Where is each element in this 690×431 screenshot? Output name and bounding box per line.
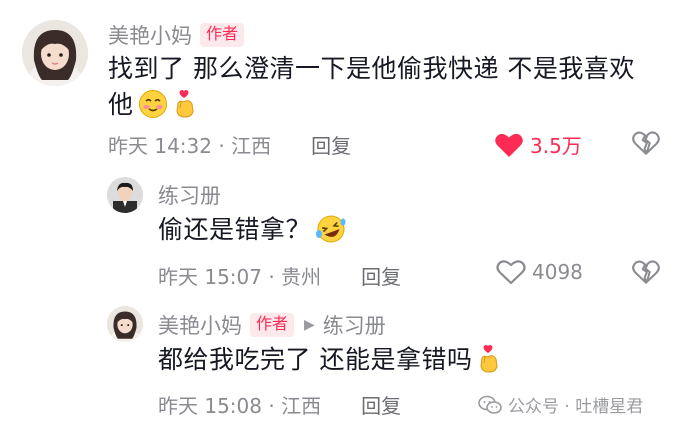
like-button[interactable]: 3.5万 [494,130,582,159]
broken-heart-icon [632,260,660,284]
avatar-lianxice[interactable] [107,177,143,213]
finger-heart-emoji-icon [172,89,198,129]
comment-text: 偷还是错拿？ [158,212,347,254]
author-badge: 作者 [200,23,245,47]
dislike-button[interactable] [632,130,660,160]
heart-outline-icon [496,260,526,285]
like-count: 3.5万 [530,134,582,158]
reply-button[interactable]: 回复 [361,390,401,419]
avatar-meiyan[interactable] [22,20,88,86]
shy-smile-emoji-icon [138,89,168,129]
comment-text-line-1: 都给我吃完了 还能是拿错吗 [158,345,473,374]
dislike-button[interactable] [632,259,660,289]
avatar-boy-icon [107,177,143,213]
broken-heart-icon [632,131,660,155]
rofl-emoji-icon [315,214,347,254]
comment-text-line-1: 找到了 那么澄清一下是他偷我快递 不是我喜欢 [108,54,635,83]
comment-author[interactable]: 美艳小妈 作者 ▶ 练习册 [158,310,386,340]
author-badge: 作者 [250,313,295,337]
finger-heart-emoji-icon [476,344,502,384]
reply-to-arrow-icon: ▶ [304,317,315,333]
author-name[interactable]: 美艳小妈 [108,20,192,50]
timestamp-location: 昨天 15:08 · 江西 [158,394,322,418]
timestamp-location: 昨天 14:32 · 江西 [108,134,272,158]
watermark-text: 公众号 · 吐槽星君 [508,397,644,417]
author-name[interactable]: 美艳小妈 [158,310,242,340]
avatar-meiyan[interactable] [107,306,143,342]
reply-to-name[interactable]: 练习册 [323,310,386,340]
avatar-girl-icon [22,20,88,86]
wechat-icon [478,395,502,414]
watermark: 公众号 · 吐槽星君 [478,392,643,417]
heart-filled-icon [495,133,523,157]
comment-meta: 昨天 14:32 · 江西 回复 [108,130,351,159]
comment-text-line-1: 偷还是错拿？ [158,215,312,244]
like-button[interactable]: 4098 [496,259,583,285]
comment-text-line-2: 他 [108,87,635,129]
comment-author[interactable]: 美艳小妈 作者 [108,20,245,50]
reply-button[interactable]: 回复 [311,130,351,159]
reply-button[interactable]: 回复 [361,261,401,290]
comment-thread: 美艳小妈 作者 找到了 那么澄清一下是他偷我快递 不是我喜欢 他 昨天 14:3… [0,0,690,431]
timestamp-location: 昨天 15:07 · 贵州 [158,265,322,289]
comment-text: 找到了 那么澄清一下是他偷我快递 不是我喜欢 他 [108,51,635,129]
comment-author[interactable]: 练习册 [158,180,221,210]
author-name[interactable]: 练习册 [158,180,221,210]
comment-meta: 昨天 15:07 · 贵州 回复 [158,261,401,290]
comment-meta: 昨天 15:08 · 江西 回复 [158,390,401,419]
like-count: 4098 [532,260,583,284]
avatar-girl-icon [107,306,143,342]
comment-text: 都给我吃完了 还能是拿错吗 [158,342,502,384]
